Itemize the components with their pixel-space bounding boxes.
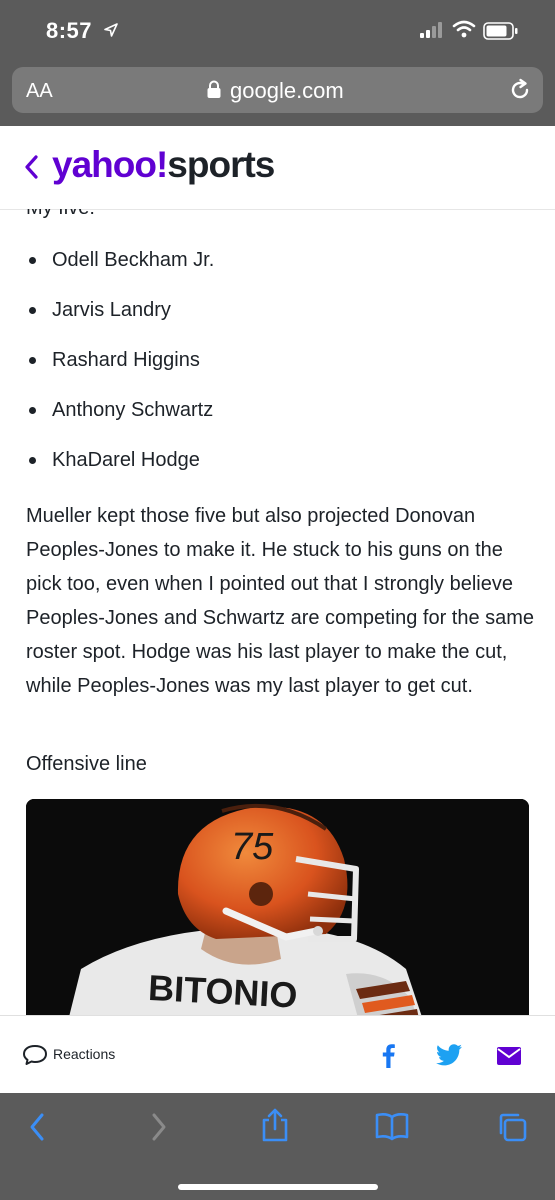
list-intro: My five: (26, 209, 95, 220)
list-item: Rashard Higgins (26, 347, 214, 397)
list-item: KhaDarel Hodge (26, 447, 214, 497)
bullet-dot (29, 457, 36, 464)
reactions-label[interactable]: Reactions (53, 1046, 115, 1062)
bullet-dot (29, 307, 36, 314)
facebook-icon[interactable] (380, 1042, 396, 1073)
brand-excl: ! (155, 144, 168, 185)
bullet-dot (29, 407, 36, 414)
share-bar: Reactions (0, 1015, 555, 1094)
status-time: 8:57 (46, 18, 93, 43)
site-header: yahoo!sports (0, 126, 555, 210)
status-bar: 8:57 (0, 0, 555, 64)
helmet-number: 75 (231, 826, 274, 868)
brand-sports: sports (167, 144, 275, 185)
browser-toolbar (0, 1093, 555, 1200)
comment-icon[interactable] (22, 1044, 48, 1071)
player-name: Rashard Higgins (52, 349, 200, 371)
location-arrow-icon (103, 22, 119, 43)
wifi-icon (452, 20, 476, 43)
reload-icon[interactable] (508, 78, 532, 107)
section-subhead: Offensive line (26, 753, 147, 775)
mail-icon[interactable] (496, 1046, 522, 1071)
brand-yahoo: yahoo (52, 144, 157, 185)
twitter-icon[interactable] (436, 1044, 462, 1071)
player-name: Odell Beckham Jr. (52, 249, 215, 271)
list-item: Odell Beckham Jr. (26, 247, 214, 297)
player-photo[interactable]: 75 BITONIO (26, 799, 529, 1015)
forward-arrow-icon[interactable] (146, 1111, 170, 1148)
home-indicator (178, 1184, 378, 1190)
player-name: KhaDarel Hodge (52, 449, 200, 471)
url-field[interactable]: AA google.com (12, 67, 543, 113)
cellular-signal-icon (420, 22, 444, 43)
url-text: google.com (230, 78, 344, 103)
player-illustration: 75 BITONIO (26, 799, 529, 1015)
book-icon[interactable] (374, 1111, 410, 1146)
yahoo-sports-logo[interactable]: yahoo!sports (52, 144, 275, 186)
player-name: Jarvis Landry (52, 299, 171, 321)
bullet-dot (29, 257, 36, 264)
player-list: Odell Beckham Jr. Jarvis Landry Rashard … (26, 247, 214, 497)
jersey-name: BITONIO (147, 967, 298, 1015)
article-body: My five: Odell Beckham Jr. Jarvis Landry… (0, 209, 555, 1015)
text-size-button[interactable]: AA (26, 80, 53, 103)
article-paragraph: Mueller kept those five but also project… (26, 505, 535, 697)
lock-icon (206, 80, 222, 105)
back-arrow-icon[interactable] (26, 1111, 50, 1148)
chevron-left-icon[interactable] (24, 154, 40, 185)
browser-address-bar: AA google.com (0, 64, 555, 126)
share-icon[interactable] (260, 1107, 290, 1148)
battery-icon (483, 22, 519, 45)
tabs-icon[interactable] (496, 1111, 528, 1148)
list-item: Anthony Schwartz (26, 397, 214, 447)
bullet-dot (29, 357, 36, 364)
list-item: Jarvis Landry (26, 297, 214, 347)
player-name: Anthony Schwartz (52, 399, 214, 421)
